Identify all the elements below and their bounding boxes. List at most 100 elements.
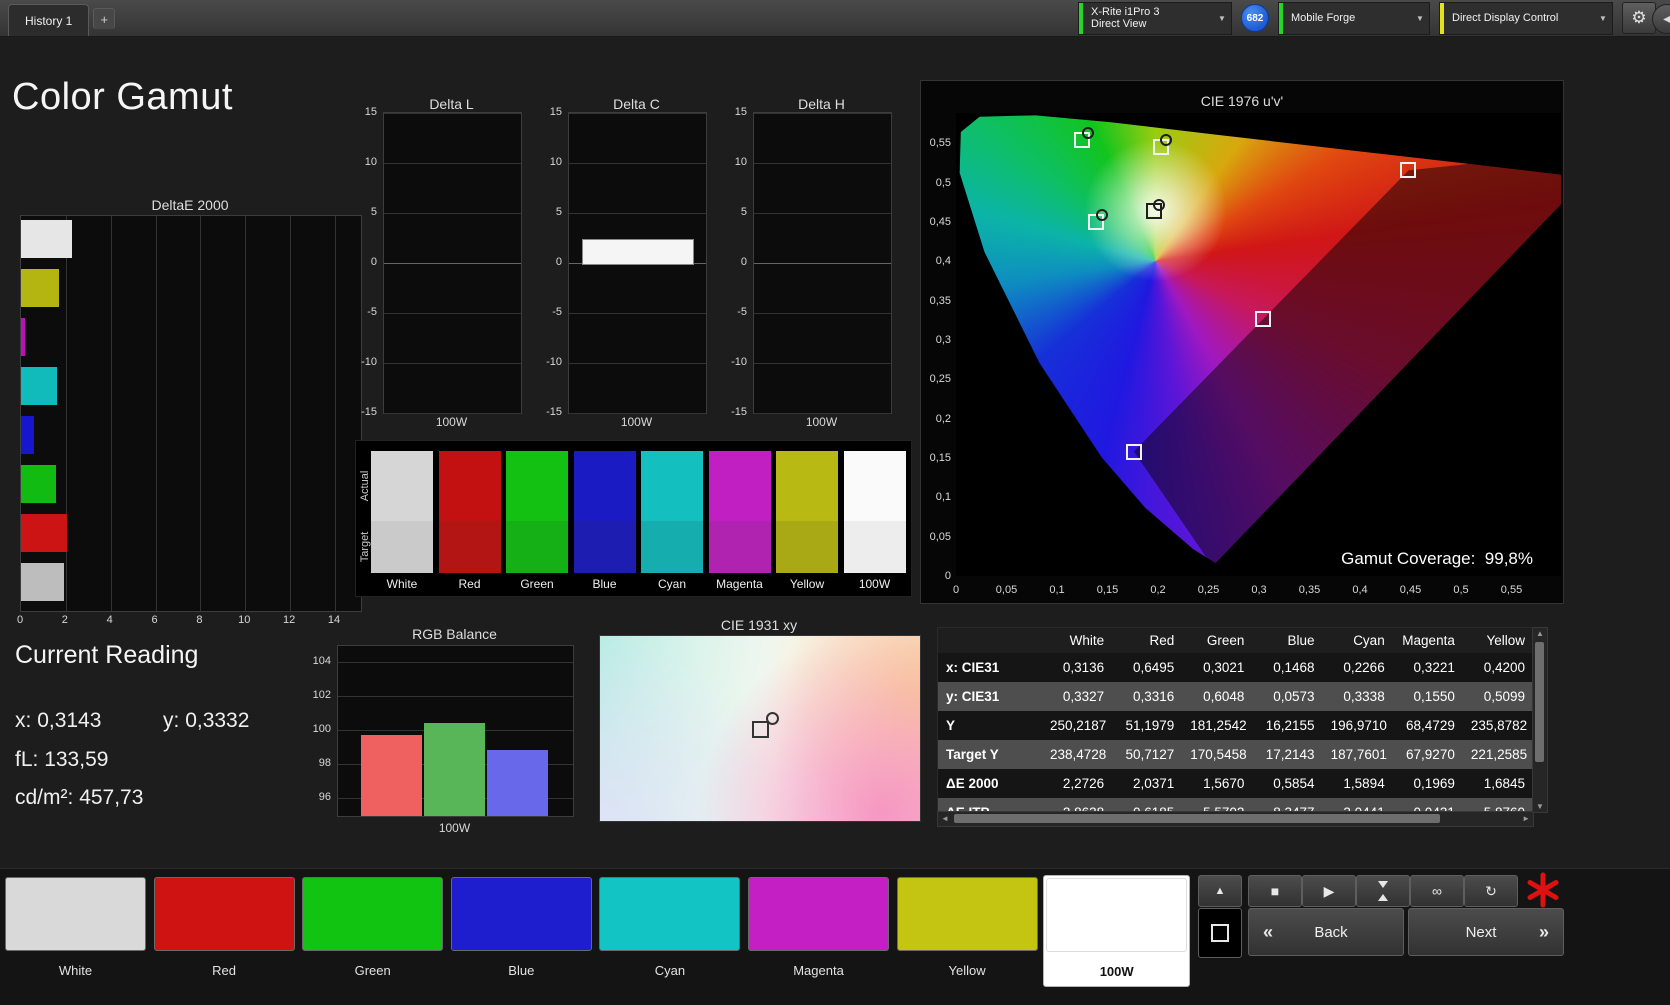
- cie76-x-tick-label: 0,15: [1096, 584, 1119, 596]
- table-col-header-white: White: [1042, 628, 1113, 653]
- patch-window-button[interactable]: [1198, 908, 1242, 958]
- scroll-up-arrow-icon[interactable]: ▲: [1536, 629, 1544, 638]
- patch-label: Green: [354, 963, 391, 978]
- current-reading-title: Current Reading: [15, 641, 199, 669]
- reading-fl-value: 133,59: [44, 748, 109, 771]
- gridline: [338, 662, 573, 663]
- refresh-button[interactable]: ↻: [1464, 875, 1518, 907]
- gridline: [384, 313, 521, 314]
- delta-y-tick-label: 10: [549, 156, 562, 168]
- gamut-coverage-value: 99,8%: [1484, 549, 1533, 568]
- display-control-selector[interactable]: Direct Display Control ▼: [1439, 1, 1613, 35]
- deltae-bar-red: [21, 514, 67, 552]
- swatch-label: 100W: [858, 577, 891, 591]
- patch-button-red[interactable]: Red: [152, 875, 297, 985]
- gamut-point-red: [1400, 162, 1417, 179]
- rgb-y-tick-label: 100: [312, 723, 331, 735]
- table-cell: 221,2585: [1470, 747, 1528, 762]
- source-selector-text: Mobile Forge: [1283, 3, 1411, 34]
- table-row-label: Target Y: [946, 747, 999, 762]
- table-cell: 250,2187: [1050, 718, 1107, 733]
- patch-button-yellow[interactable]: Yellow: [895, 875, 1040, 985]
- play-icon: ▶: [1323, 882, 1335, 899]
- settings-gear-button[interactable]: ⚙: [1622, 2, 1656, 34]
- deltae-x-tick-label: 14: [327, 614, 341, 626]
- deltae-bar-100w: [21, 563, 64, 601]
- scroll-right-arrow-icon[interactable]: ►: [1522, 814, 1530, 823]
- calibration-app-window: History 1 + X-Rite i1Pro 3 Direct View ▼…: [0, 0, 1670, 1005]
- back-button[interactable]: « Back: [1248, 908, 1404, 956]
- gridline: [754, 413, 891, 414]
- delta-y-tick-label: -5: [367, 306, 377, 318]
- gridline: [754, 363, 891, 364]
- stop-button[interactable]: ■: [1248, 875, 1302, 907]
- tab-history-1[interactable]: History 1: [8, 4, 90, 36]
- meter-count-badge: 682: [1241, 4, 1269, 32]
- gridline: [384, 163, 521, 164]
- table-cell: 0,1468: [1273, 660, 1315, 675]
- chevron-down-icon[interactable]: ▼: [1594, 3, 1612, 34]
- patch-size-up-button[interactable]: ▲: [1198, 875, 1242, 907]
- meter-selector[interactable]: X-Rite i1Pro 3 Direct View ▼: [1078, 1, 1232, 35]
- swatch-actual-white: [371, 451, 433, 521]
- table-row: x: CIE31 0,3136 0,6495 0,3021 0,1468 0,2266 0,…: [938, 653, 1533, 682]
- cie31-title: CIE 1931 xy: [720, 617, 798, 633]
- delta-y-tick-label: 0: [370, 256, 377, 268]
- patch-button-blue[interactable]: Blue: [449, 875, 594, 985]
- swatch-target-cyan: [641, 521, 703, 573]
- cie76-x-tick-label: 0,45: [1399, 584, 1422, 596]
- gamut-coverage-label: Gamut Coverage:: [1341, 549, 1476, 568]
- next-button[interactable]: Next »: [1408, 908, 1564, 956]
- patch-label: Red: [212, 963, 237, 978]
- table-cell: 3,0441: [1323, 798, 1393, 811]
- add-tab-button[interactable]: +: [93, 8, 116, 29]
- rgb-bar-blue: [487, 750, 548, 816]
- table-cell: 0,5854: [1273, 776, 1315, 791]
- swatch-label: Green: [520, 577, 554, 591]
- scroll-left-arrow-icon[interactable]: ◄: [941, 814, 949, 823]
- loop-button[interactable]: ∞: [1410, 875, 1464, 907]
- alert-asterisk-icon[interactable]: [1524, 871, 1562, 909]
- delay-button[interactable]: [1356, 875, 1410, 907]
- scrollbar-thumb[interactable]: [954, 814, 1440, 823]
- chevron-down-icon[interactable]: ▼: [1213, 3, 1231, 34]
- rgb-y-tick-label: 96: [318, 791, 331, 803]
- scrollbar-thumb[interactable]: [1535, 642, 1544, 762]
- delta-y-tick-label: 0: [740, 256, 747, 268]
- tab-label: History 1: [25, 13, 73, 28]
- table-row-label: ΔE ITP: [938, 798, 1042, 811]
- deltae-x-axis: 0 2 4 6 8 10 12 14: [17, 614, 360, 630]
- reading-y: y: 0,3332: [163, 709, 249, 733]
- patch-button-100w[interactable]: 100W: [1043, 875, 1191, 987]
- page-title: Color Gamut: [12, 76, 233, 118]
- patch-button-white[interactable]: White: [3, 875, 148, 985]
- table-cell: 196,9710: [1330, 718, 1387, 733]
- gridline: [384, 113, 521, 114]
- table-row: Target Y 238,4728 50,7127 170,5458 17,2143 18…: [938, 740, 1533, 769]
- cie76-x-tick-label: 0: [952, 584, 960, 596]
- swatch-actual-green: [506, 451, 568, 521]
- delta-chart-delta-l: [383, 112, 522, 414]
- table-vertical-scrollbar[interactable]: ▲ ▼: [1532, 627, 1548, 813]
- scroll-down-arrow-icon[interactable]: ▼: [1536, 802, 1544, 811]
- table-row: Y 250,2187 51,1979 181,2542 16,2155 196,9710 6…: [938, 711, 1533, 740]
- patch-label: 100W: [1099, 964, 1134, 979]
- patch-button-magenta[interactable]: Magenta: [746, 875, 891, 985]
- plus-icon: +: [100, 11, 109, 27]
- play-button[interactable]: ▶: [1302, 875, 1356, 907]
- delta-x-label: 100W: [620, 415, 653, 429]
- table-horizontal-scrollbar[interactable]: ◄ ►: [937, 811, 1534, 827]
- rgb-y-tick-label: 102: [312, 689, 331, 701]
- table-cell: 8,3477: [1252, 798, 1322, 811]
- table-cell: 16,2155: [1265, 718, 1315, 733]
- cie76-title: CIE 1976 u'v': [1200, 93, 1284, 109]
- gridline: [754, 163, 891, 164]
- patch-button-green[interactable]: Green: [300, 875, 445, 985]
- patch-swatch: [1046, 878, 1188, 952]
- patch-button-cyan[interactable]: Cyan: [597, 875, 742, 985]
- table-cell: 0,3021: [1203, 660, 1245, 675]
- delta-y-tick-label: 10: [364, 156, 377, 168]
- source-selector[interactable]: Mobile Forge ▼: [1278, 1, 1430, 35]
- chevron-down-icon[interactable]: ▼: [1411, 3, 1429, 34]
- deltae-gridline: [110, 216, 112, 611]
